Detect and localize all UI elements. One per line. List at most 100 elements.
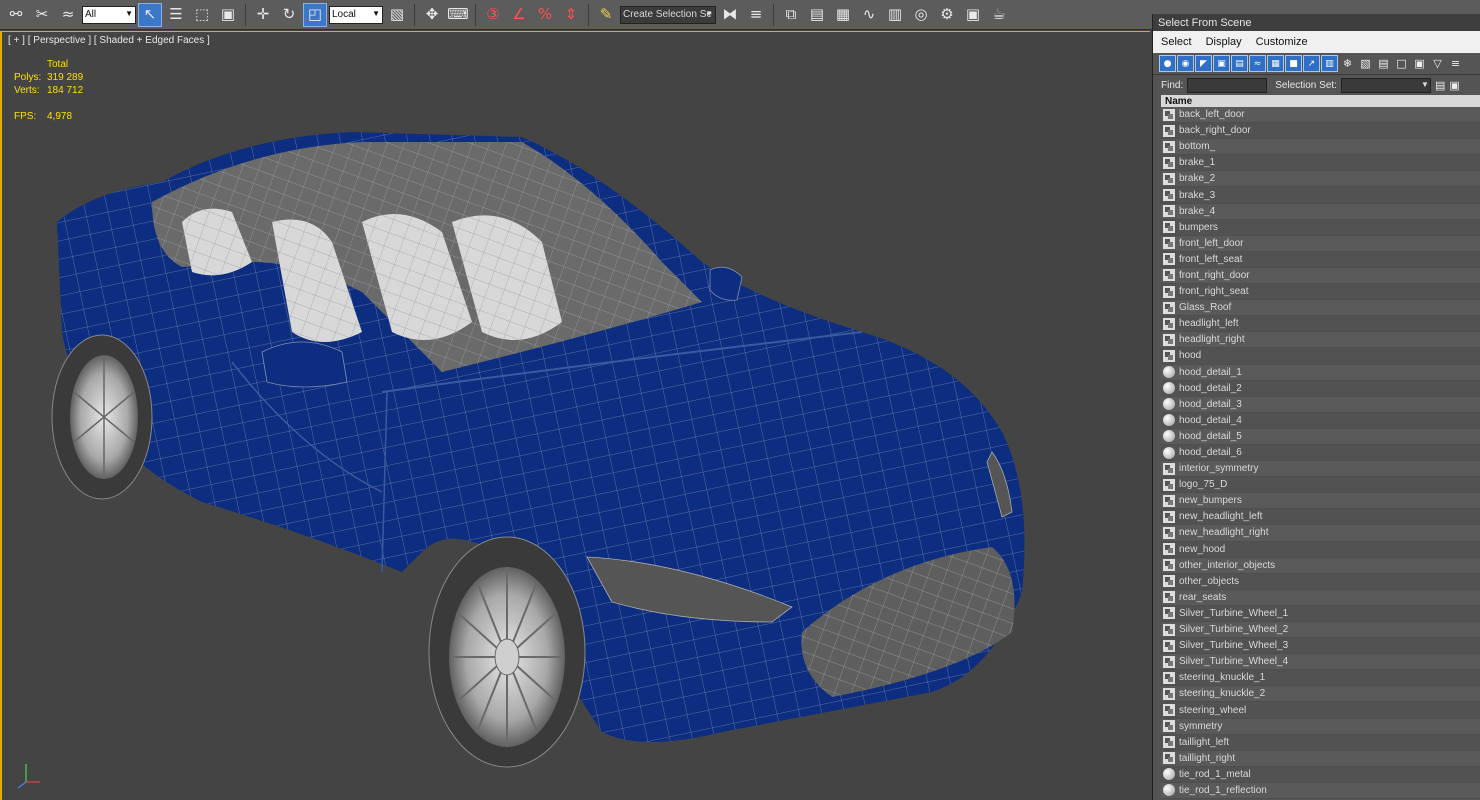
filter-hidden-icon[interactable]: ▧: [1357, 55, 1374, 72]
menu-display[interactable]: Display: [1206, 36, 1242, 48]
sort-icon[interactable]: ≡: [1447, 55, 1464, 72]
list-item[interactable]: other_interior_objects: [1161, 557, 1480, 574]
snap-3-icon[interactable]: ③: [481, 3, 505, 27]
list-item[interactable]: Silver_Turbine_Wheel_3: [1161, 638, 1480, 655]
scene-explorer-icon[interactable]: ▤: [805, 3, 829, 27]
list-item[interactable]: other_objects: [1161, 573, 1480, 590]
list-item[interactable]: steering_knuckle_2: [1161, 686, 1480, 703]
list-item[interactable]: interior_symmetry: [1161, 461, 1480, 478]
list-item[interactable]: front_right_door: [1161, 267, 1480, 285]
move-icon[interactable]: ✛: [251, 3, 275, 27]
pivot-icon[interactable]: ▧: [385, 3, 409, 27]
column-header-name[interactable]: Name: [1161, 95, 1480, 107]
render-setup-icon[interactable]: ⚙: [935, 3, 959, 27]
filter-frozen-icon[interactable]: ❄: [1339, 55, 1356, 72]
bind-space-warp-icon[interactable]: ≈: [56, 3, 80, 27]
render-icon[interactable]: ☕: [987, 3, 1011, 27]
list-item[interactable]: taillight_right: [1161, 750, 1480, 767]
window-crossing-icon[interactable]: ▣: [216, 3, 240, 27]
filter-spacewarps-icon[interactable]: ≈: [1249, 55, 1266, 72]
list-item[interactable]: hood_detail_2: [1161, 380, 1480, 397]
filter-geometry-icon[interactable]: ●: [1159, 55, 1176, 72]
list-item[interactable]: back_right_door: [1161, 123, 1480, 140]
list-item[interactable]: front_left_seat: [1161, 251, 1480, 268]
selection-filter-dropdown[interactable]: All ▼: [82, 5, 136, 24]
list-item[interactable]: headlight_right: [1161, 332, 1480, 349]
filter-lights-icon[interactable]: ◤: [1195, 55, 1212, 72]
find-input[interactable]: [1187, 77, 1268, 93]
list-item[interactable]: brake_3: [1161, 187, 1480, 204]
filter-shapes-icon[interactable]: ◉: [1177, 55, 1194, 72]
list-item[interactable]: hood_detail_1: [1161, 364, 1480, 381]
select-invert-icon[interactable]: ▣: [1411, 55, 1428, 72]
link-icon[interactable]: ⚯: [4, 3, 28, 27]
panel-title[interactable]: Select From Scene: [1153, 14, 1480, 31]
list-item[interactable]: rear_seats: [1161, 589, 1480, 606]
car-wireframe-model[interactable]: [2, 32, 1150, 800]
list-item[interactable]: headlight_left: [1161, 316, 1480, 333]
list-item[interactable]: Silver_Turbine_Wheel_2: [1161, 622, 1480, 639]
selection-set-dropdown[interactable]: ▼: [1340, 77, 1431, 93]
filter-helpers-icon[interactable]: ▤: [1231, 55, 1248, 72]
list-item[interactable]: new_hood: [1161, 541, 1480, 558]
menu-customize[interactable]: Customize: [1256, 36, 1308, 48]
spinner-snap-icon[interactable]: ⇕: [559, 3, 583, 27]
list-item[interactable]: bottom_: [1161, 139, 1480, 156]
list-item[interactable]: Silver_Turbine_Wheel_1: [1161, 605, 1480, 622]
list-item[interactable]: hood: [1161, 348, 1480, 365]
list-item[interactable]: brake_4: [1161, 203, 1480, 220]
filter-xrefs-icon[interactable]: ■: [1285, 55, 1302, 72]
list-item[interactable]: logo_75_D: [1161, 477, 1480, 494]
list-item[interactable]: Silver_Turbine_Wheel_4: [1161, 654, 1480, 671]
ribbon-icon[interactable]: ▦: [831, 3, 855, 27]
list-item[interactable]: new_headlight_right: [1161, 525, 1480, 542]
list-item[interactable]: steering_knuckle_1: [1161, 670, 1480, 687]
select-all-icon[interactable]: ▤: [1375, 55, 1392, 72]
list-item[interactable]: hood_detail_5: [1161, 428, 1480, 445]
align-icon[interactable]: ≡: [744, 3, 768, 27]
rect-region-icon[interactable]: ⬚: [190, 3, 214, 27]
select-manipulate-icon[interactable]: ✥: [420, 3, 444, 27]
select-none-icon[interactable]: □: [1393, 55, 1410, 72]
list-item[interactable]: hood_detail_4: [1161, 412, 1480, 429]
material-editor-icon[interactable]: ◎: [909, 3, 933, 27]
perspective-viewport[interactable]: [ + ] [ Perspective ] [ Shaded + Edged F…: [0, 31, 1150, 800]
menu-select[interactable]: Select: [1161, 36, 1192, 48]
edit-named-sel-icon[interactable]: ✎: [594, 3, 618, 27]
list-item[interactable]: front_right_seat: [1161, 284, 1480, 301]
named-selection-dropdown[interactable]: Create Selection Se ▼: [620, 5, 716, 24]
edit-selection-set-icon[interactable]: ▣: [1449, 79, 1459, 92]
unlink-icon[interactable]: ✂: [30, 3, 54, 27]
select-object-icon[interactable]: ↖: [138, 2, 162, 27]
list-item[interactable]: brake_2: [1161, 171, 1480, 188]
list-item[interactable]: back_left_door: [1161, 107, 1480, 124]
new-selection-set-icon[interactable]: ▤: [1435, 79, 1445, 92]
list-item[interactable]: steering_wheel: [1161, 702, 1480, 719]
list-item[interactable]: tie_rod_1_reflection: [1161, 782, 1480, 800]
filter-bones-icon[interactable]: ↗: [1303, 55, 1320, 72]
list-item[interactable]: Glass_Roof: [1161, 300, 1480, 317]
list-item[interactable]: brake_1: [1161, 155, 1480, 172]
angle-snap-icon[interactable]: ∠: [507, 3, 531, 27]
reference-coord-dropdown[interactable]: Local ▼: [329, 5, 383, 24]
select-by-name-icon[interactable]: ☰: [164, 3, 188, 27]
keyboard-shortcut-icon[interactable]: ⌨: [446, 3, 470, 27]
list-item[interactable]: hood_detail_6: [1161, 444, 1480, 462]
curve-editor-icon[interactable]: ∿: [857, 3, 881, 27]
list-item[interactable]: new_headlight_left: [1161, 509, 1480, 526]
list-item[interactable]: new_bumpers: [1161, 493, 1480, 510]
list-item[interactable]: hood_detail_3: [1161, 396, 1480, 413]
list-item[interactable]: tie_rod_1_metal: [1161, 766, 1480, 783]
list-item[interactable]: front_left_door: [1161, 235, 1480, 252]
scale-icon[interactable]: ◰: [303, 2, 327, 27]
rotate-icon[interactable]: ↻: [277, 3, 301, 27]
layer-manager-icon[interactable]: ⧉: [779, 3, 803, 27]
list-item[interactable]: symmetry: [1161, 718, 1480, 735]
filter-cameras-icon[interactable]: ▣: [1213, 55, 1230, 72]
mirror-icon[interactable]: ⧓: [718, 3, 742, 27]
percent-snap-icon[interactable]: %: [533, 3, 557, 27]
list-item[interactable]: bumpers: [1161, 219, 1480, 236]
funnel-icon[interactable]: ▽: [1429, 55, 1446, 72]
filter-groups-icon[interactable]: ▦: [1267, 55, 1284, 72]
schematic-view-icon[interactable]: ▥: [883, 3, 907, 27]
